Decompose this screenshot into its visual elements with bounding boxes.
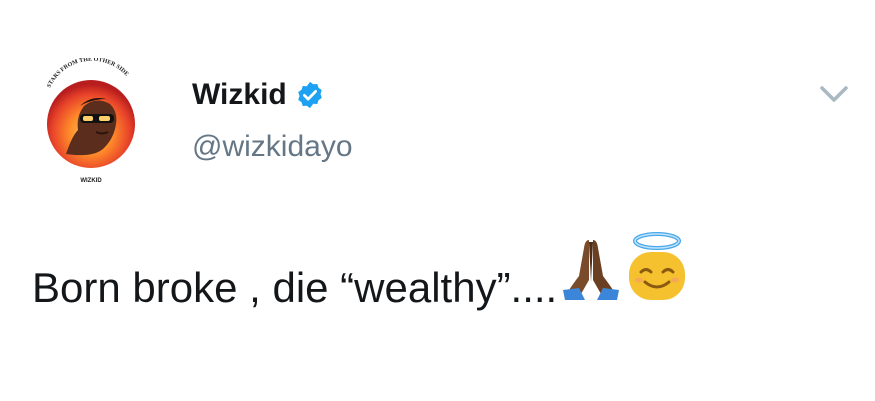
avatar[interactable]: STARS FROM THE OTHER SIDE WIZKID — [36, 58, 146, 188]
author-handle[interactable]: @wizkidayo — [192, 132, 353, 162]
display-name[interactable]: Wizkid — [192, 80, 287, 110]
verified-badge-icon — [297, 81, 322, 109]
chevron-down-icon[interactable] — [818, 82, 850, 106]
smiling-face-with-halo-emoji — [625, 232, 689, 309]
avatar-image: STARS FROM THE OTHER SIDE WIZKID — [46, 58, 135, 184]
author-name-row: Wizkid — [192, 80, 325, 110]
tweet-text: Born broke , die “wealthy”.... — [32, 264, 558, 311]
tweet: STARS FROM THE OTHER SIDE WIZKID Wizkid … — [0, 0, 875, 401]
tweet-text-row: Born broke , die “wealthy”.... — [32, 232, 689, 309]
folded-hands-emoji — [559, 236, 623, 309]
avatar-caption-bottom: WIZKID — [80, 178, 102, 184]
